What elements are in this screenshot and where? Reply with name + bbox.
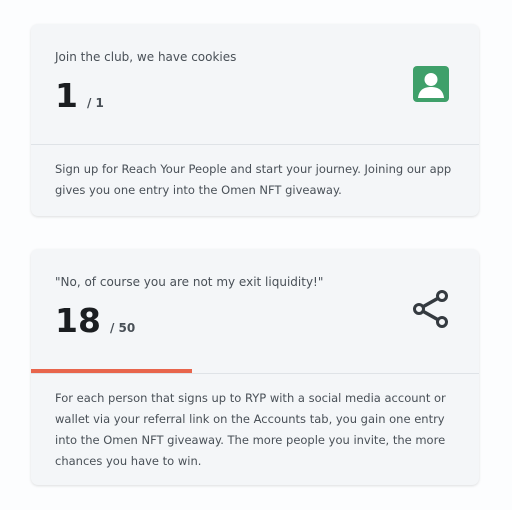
description-line: into the Omen NFT giveaway. The more peo… xyxy=(55,433,446,447)
card-subtitle: Join the club, we have cookies xyxy=(55,50,237,64)
description-line: chances you have to win. xyxy=(55,454,202,468)
description-line: gives you one entry into the Omen NFT gi… xyxy=(55,183,342,197)
share-icon[interactable] xyxy=(411,289,451,329)
description-line: wallet via your referral link on the Acc… xyxy=(55,412,445,426)
card-header: Join the club, we have cookies 1 / 1 xyxy=(31,24,479,144)
description-line: Sign up for Reach Your People and start … xyxy=(55,162,452,176)
card-description: Sign up for Reach Your People and start … xyxy=(31,145,479,201)
card-description: For each person that signs up to RYP wit… xyxy=(31,374,479,472)
entry-total: / 50 xyxy=(109,321,136,335)
stat-row: 1 / 1 xyxy=(55,76,104,116)
entry-count: 1 xyxy=(55,76,78,115)
card-subtitle: "No, of course you are not my exit liqui… xyxy=(55,275,324,289)
entry-total: / 1 xyxy=(86,96,104,110)
referral-progress-fill xyxy=(31,369,193,373)
user-profile-icon xyxy=(413,66,449,102)
referral-progress-bar xyxy=(31,369,479,373)
signup-entry-card: Join the club, we have cookies 1 / 1 Sig… xyxy=(31,24,479,216)
card-header: "No, of course you are not my exit liqui… xyxy=(31,249,479,373)
stat-row: 18 / 50 xyxy=(55,301,135,341)
description-line: For each person that signs up to RYP wit… xyxy=(55,391,446,405)
referral-entry-card: "No, of course you are not my exit liqui… xyxy=(31,249,479,485)
entry-count: 18 xyxy=(55,301,101,340)
